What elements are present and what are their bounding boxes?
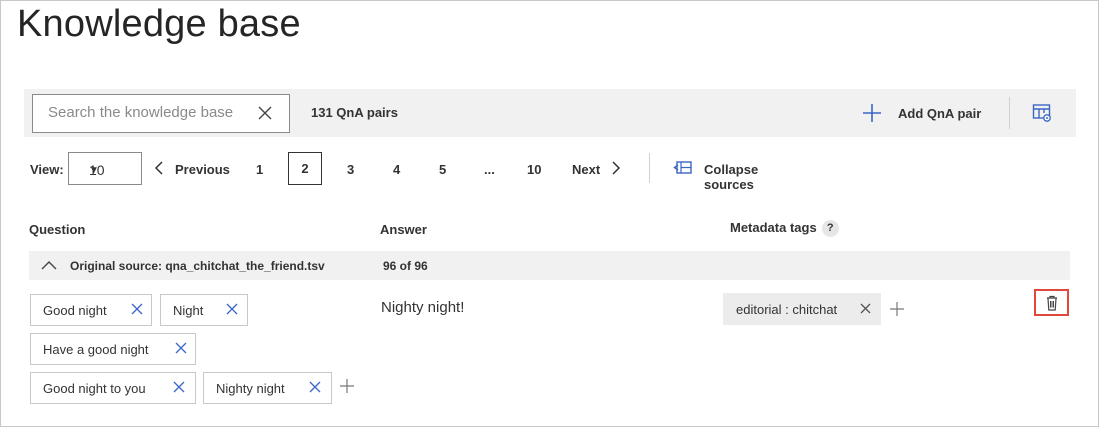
qna-pairs-count: 131 QnA pairs [311,105,398,120]
close-icon[interactable] [255,103,275,123]
page-3-button[interactable]: 3 [347,162,354,177]
search-box [32,94,290,133]
close-icon[interactable] [130,302,144,316]
collapse-sources-icon[interactable] [673,160,693,176]
page-4-button[interactable]: 4 [393,162,400,177]
close-icon[interactable] [172,380,186,394]
chevron-right-icon[interactable] [611,161,621,175]
page-ellipsis: ... [484,162,495,177]
page-5-button[interactable]: 5 [439,162,446,177]
page-1-button[interactable]: 1 [256,162,263,177]
question-text: Night [173,303,204,318]
chevron-up-icon[interactable] [41,259,57,271]
metadata-column-label: Metadata tags [730,220,817,235]
toolbar-divider [1009,97,1010,129]
source-label: Original source: qna_chitchat_the_friend… [70,259,325,273]
question-column-header: Question [29,222,86,237]
close-icon[interactable] [308,380,322,394]
source-group-header: Original source: qna_chitchat_the_friend… [29,251,1070,280]
knowledge-base-panel: Knowledge base 131 QnA pairs Add QnA pai… [0,0,1099,427]
chevron-down-icon: ▼ [89,165,99,176]
search-input[interactable] [48,104,248,121]
page-10-button[interactable]: 10 [527,162,541,177]
add-question-plus-icon[interactable] [339,378,355,394]
previous-page-button[interactable]: Previous [175,162,230,177]
question-chip: Night [160,294,248,326]
metadata-column-header: Metadata tags? [730,220,839,238]
table-settings-icon[interactable] [1032,103,1052,123]
question-text: Good night to you [43,381,146,396]
question-chip: Have a good night [30,333,196,365]
close-icon[interactable] [174,341,188,355]
plus-icon [863,104,881,122]
close-icon[interactable] [859,302,872,315]
toolbar: 131 QnA pairs Add QnA pair [24,89,1076,137]
next-page-button[interactable]: Next [572,162,600,177]
metadata-tag-text: editorial : chitchat [736,302,838,317]
page-title: Knowledge base [17,3,301,45]
page-size-select[interactable]: 10 ▼ [68,152,142,185]
current-page-button[interactable]: 2 [288,152,322,185]
pager-divider [649,153,650,183]
source-count: 96 of 96 [383,259,428,273]
add-qna-pair-button[interactable]: Add QnA pair [862,99,981,127]
question-chip: Good night [30,294,152,326]
answer-column-header: Answer [380,222,427,237]
question-text: Nighty night [216,381,285,396]
help-icon[interactable]: ? [821,220,839,238]
add-qna-pair-label: Add QnA pair [898,105,982,121]
question-chip: Nighty night [203,372,332,404]
question-chip: Good night to you [30,372,196,404]
delete-qna-button[interactable] [1034,289,1069,316]
view-label: View: [30,162,64,177]
question-text: Have a good night [43,342,149,357]
metadata-tag-chip: editorial : chitchat [723,293,881,325]
add-metadata-plus-icon[interactable] [889,301,905,317]
trash-icon [1047,295,1057,311]
collapse-sources-button[interactable]: Collapse sources [704,162,758,192]
question-text: Good night [43,303,107,318]
close-icon[interactable] [225,302,239,316]
answer-text[interactable]: Nighty night! [381,299,464,316]
chevron-left-icon[interactable] [154,161,164,175]
